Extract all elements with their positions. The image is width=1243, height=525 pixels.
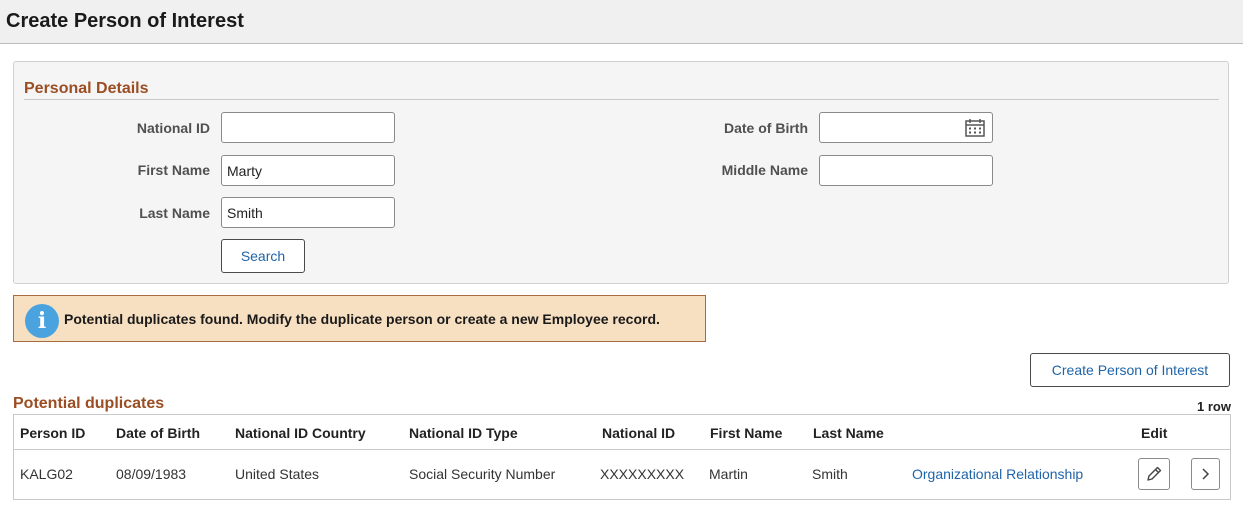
chevron-right-icon [1202,468,1210,480]
organizational-relationship-link[interactable]: Organizational Relationship [912,466,1083,482]
duplicate-warning-message: i Potential duplicates found. Modify the… [13,295,706,342]
col-national-id: National ID [602,425,676,441]
cell-date-of-birth: 08/09/1983 [116,466,187,482]
create-person-of-interest-button[interactable]: Create Person of Interest [1030,353,1230,387]
first-name-label: First Name [137,162,210,178]
calendar-icon[interactable] [965,119,985,137]
personal-details-panel: Personal Details National ID First Name … [13,61,1229,284]
national-id-label: National ID [136,120,210,136]
date-of-birth-label: Date of Birth [724,120,808,136]
col-person-id: Person ID [20,425,86,441]
edit-button[interactable] [1138,458,1170,490]
row-details-button[interactable] [1191,458,1220,490]
middle-name-input[interactable] [819,155,993,186]
col-last-name: Last Name [813,425,884,441]
cell-national-id-type: Social Security Number [409,466,556,482]
cell-last-name: Smith [812,466,848,482]
col-national-id-country: National ID Country [235,425,366,441]
personal-details-title: Personal Details [24,80,149,97]
row-count: 1 row [1197,399,1231,414]
col-date-of-birth: Date of Birth [116,425,200,441]
cell-first-name: Martin [709,466,748,482]
cell-national-id: XXXXXXXXX [600,466,685,482]
col-edit: Edit [1141,425,1168,441]
pencil-icon [1147,466,1162,481]
duplicates-table: Person ID Date of Birth National ID Coun… [13,414,1231,500]
first-name-input[interactable] [221,155,395,186]
search-button[interactable]: Search [221,239,305,273]
cell-national-id-country: United States [235,466,320,482]
col-first-name: First Name [710,425,783,441]
national-id-input[interactable] [221,112,395,143]
potential-duplicates-title: Potential duplicates [13,395,165,412]
info-icon: i [25,304,59,338]
message-text: Potential duplicates found. Modify the d… [64,311,660,327]
last-name-input[interactable] [221,197,395,228]
page-title: Create Person of Interest [6,10,244,32]
last-name-label: Last Name [139,205,210,221]
section-divider [24,99,1219,100]
col-national-id-type: National ID Type [409,425,518,441]
table-header: Person ID Date of Birth National ID Coun… [14,415,1230,450]
cell-person-id: KALG02 [20,466,73,482]
middle-name-label: Middle Name [721,162,808,178]
page-header: Create Person of Interest [0,0,1243,44]
